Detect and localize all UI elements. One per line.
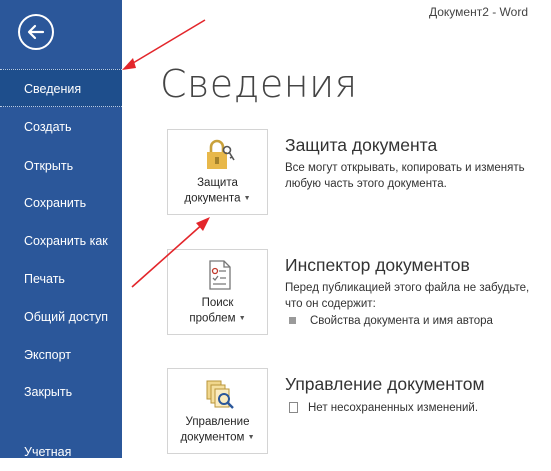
inspect-document-icon bbox=[209, 260, 231, 290]
sidebar-item-save[interactable]: Сохранить bbox=[0, 184, 122, 222]
inspect-bullet-text: Свойства документа и имя автора bbox=[310, 315, 493, 327]
sidebar-item-share[interactable]: Общий доступ bbox=[0, 298, 122, 336]
manage-section-heading: Управление документом bbox=[285, 374, 485, 394]
sidebar-item-new[interactable]: Создать bbox=[0, 108, 122, 146]
inspect-section-text-2: что он содержит: bbox=[285, 298, 376, 310]
manage-bullet-text: Нет несохраненных изменений. bbox=[308, 402, 479, 414]
check-issues-button[interactable]: Поиск проблем ▼ bbox=[167, 249, 268, 335]
inspect-section-text-1: Перед публикацией этого файла не забудьт… bbox=[285, 282, 530, 294]
window-title: Документ2 - Word bbox=[428, 5, 528, 19]
manage-document-button[interactable]: Управление документом ▼ bbox=[167, 368, 268, 454]
protect-button-label-1: Защита bbox=[197, 177, 238, 189]
sidebar-item-export[interactable]: Экспорт bbox=[0, 336, 122, 374]
protect-section-text-1: Все могут открывать, копировать и изменя… bbox=[285, 162, 525, 174]
inspect-section-heading: Инспектор документов bbox=[285, 255, 470, 275]
sidebar-item-info[interactable]: Сведения bbox=[0, 69, 122, 107]
sidebar-item-open[interactable]: Открыть bbox=[0, 147, 122, 185]
sidebar-item-save-as[interactable]: Сохранить как bbox=[0, 222, 122, 260]
manage-bullet: Нет несохраненных изменений. bbox=[289, 402, 478, 414]
chevron-down-icon: ▼ bbox=[238, 315, 246, 322]
protect-button-label-2: документа bbox=[184, 192, 241, 205]
document-icon bbox=[289, 402, 298, 414]
protect-document-button[interactable]: Защита документа ▼ bbox=[167, 129, 268, 215]
manage-button-label-1: Управление bbox=[185, 416, 250, 428]
page-title: Сведения bbox=[160, 62, 358, 106]
manage-button-label-2: документом bbox=[180, 431, 245, 444]
back-button[interactable] bbox=[18, 14, 54, 50]
check-issues-label-1: Поиск bbox=[201, 297, 234, 309]
sidebar-item-close[interactable]: Закрыть bbox=[0, 373, 122, 411]
back-arrow-icon bbox=[27, 24, 45, 40]
sidebar-item-print[interactable]: Печать bbox=[0, 260, 122, 298]
inspect-bullet: Свойства документа и имя автора bbox=[289, 315, 493, 327]
protect-section-heading: Защита документа bbox=[285, 135, 438, 155]
bullet-square-icon bbox=[289, 317, 296, 325]
lock-key-icon bbox=[207, 139, 235, 169]
sidebar-item-account[interactable]: Учетная bbox=[0, 433, 122, 471]
protect-section-text-2: любую часть этого документа. bbox=[285, 178, 447, 190]
check-issues-label-2: проблем bbox=[189, 312, 236, 325]
chevron-down-icon: ▼ bbox=[247, 434, 255, 441]
manage-document-icon bbox=[206, 380, 234, 409]
backstage-sidebar: Сведения Создать Открыть Сохранить Сохра… bbox=[0, 0, 122, 459]
chevron-down-icon: ▼ bbox=[243, 195, 251, 202]
